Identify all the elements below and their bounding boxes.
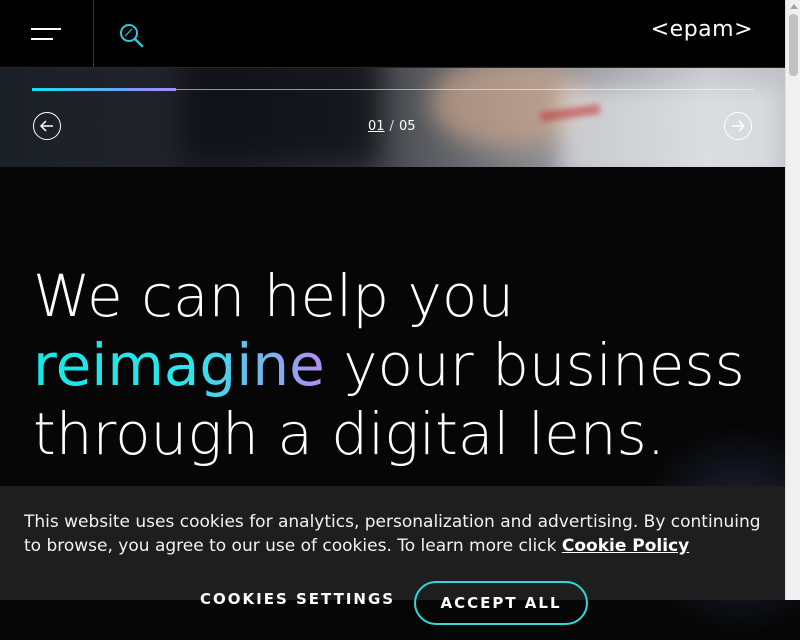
search-icon — [120, 24, 144, 48]
cookie-banner: This website uses cookies for analytics,… — [0, 486, 785, 625]
carousel-next-button[interactable] — [724, 112, 752, 140]
carousel-progress-fill — [32, 88, 176, 91]
headline-line-2-rest: your business — [324, 331, 745, 399]
scrollbar-thumb[interactable] — [789, 14, 798, 76]
epam-logo[interactable]: <epam> — [651, 17, 753, 42]
headline-line-1: We can help you — [33, 262, 515, 330]
carousel-counter: 01 / 05 — [368, 119, 415, 134]
arrow-right-icon — [732, 120, 745, 132]
carousel-separator: / — [389, 119, 394, 134]
hero-headline: We can help you reimagine your business … — [33, 262, 753, 469]
cookie-banner-text: This website uses cookies for analytics,… — [24, 510, 764, 558]
page-scrollbar[interactable] — [785, 0, 800, 600]
scroll-up-arrow-icon[interactable] — [790, 4, 798, 9]
headline-highlight: reimagine — [33, 331, 325, 399]
search-button[interactable] — [116, 20, 156, 50]
site-header: <epam> — [0, 0, 785, 68]
menu-button[interactable] — [0, 0, 94, 67]
carousel-total-slides: 05 — [398, 119, 416, 134]
accept-all-button[interactable]: ACCEPT ALL — [414, 581, 588, 625]
cookies-settings-button[interactable]: COOKIES SETTINGS — [200, 590, 395, 608]
arrow-left-icon — [40, 120, 53, 132]
hamburger-icon — [30, 27, 61, 40]
cookie-policy-link[interactable]: Cookie Policy — [562, 536, 689, 556]
carousel-prev-button[interactable] — [33, 112, 61, 140]
carousel-current-slide[interactable]: 01 — [368, 119, 385, 134]
headline-line-2: reimagine your business — [33, 331, 753, 400]
headline-line-3: through a digital lens. — [33, 400, 666, 468]
hero-background-image — [0, 68, 785, 167]
